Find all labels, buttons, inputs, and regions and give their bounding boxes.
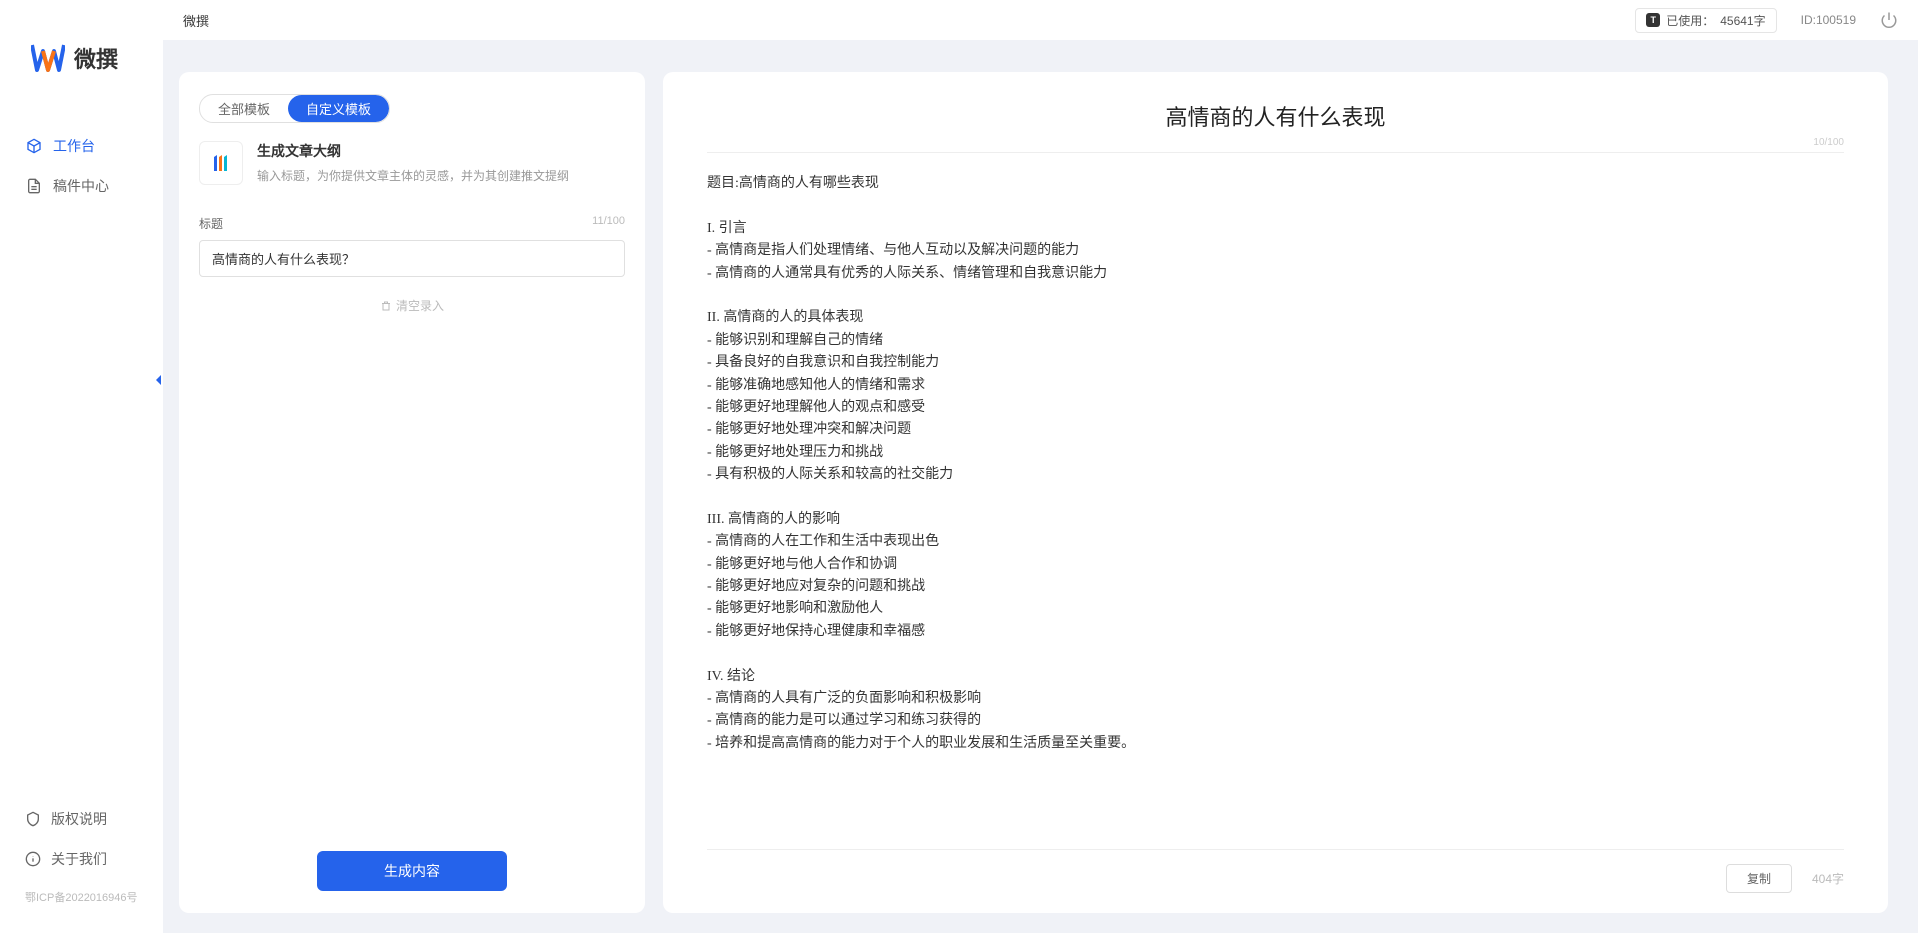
generate-button[interactable]: 生成内容 xyxy=(317,851,507,891)
nav-item-workspace[interactable]: 工作台 xyxy=(0,126,163,166)
user-id: ID:100519 xyxy=(1801,13,1856,27)
shield-icon xyxy=(25,811,41,827)
field-header: 标题 11/100 xyxy=(199,215,625,232)
usage-badge[interactable]: T 已使用： 45641字 xyxy=(1635,8,1776,33)
output-body: 题目:高情商的人有哪些表现 I. 引言 - 高情商是指人们处理情绪、与他人互动以… xyxy=(707,173,1844,839)
output-panel: 高情商的人有什么表现 10/100 题目:高情商的人有哪些表现 I. 引言 - … xyxy=(663,72,1888,913)
sidebar-footer: 版权说明 关于我们 鄂ICP备2022016946号 xyxy=(0,781,163,933)
clear-button[interactable]: 清空录入 xyxy=(199,297,625,314)
copy-button[interactable]: 复制 xyxy=(1726,864,1792,893)
nav-label: 工作台 xyxy=(53,136,95,156)
main: 微撰 T 已使用： 45641字 ID:100519 全部模板 自定义模板 xyxy=(163,0,1918,933)
info-icon xyxy=(25,851,41,867)
footer-label: 版权说明 xyxy=(51,809,107,829)
document-icon xyxy=(25,177,43,195)
output-header: 高情商的人有什么表现 10/100 xyxy=(707,100,1844,153)
nav-label: 稿件中心 xyxy=(53,176,109,196)
topbar: 微撰 T 已使用： 45641字 ID:100519 xyxy=(163,0,1918,40)
output-footer: 复制 404字 xyxy=(707,849,1844,893)
usage-label: 已使用： xyxy=(1666,12,1714,29)
title-input[interactable] xyxy=(199,240,625,277)
template-desc: 输入标题，为你提供文章主体的灵感，并为其创建推文提纲 xyxy=(257,167,625,184)
logo: 微撰 xyxy=(0,0,163,106)
tab-all-templates[interactable]: 全部模板 xyxy=(200,95,288,122)
template-title: 生成文章大纲 xyxy=(257,141,625,161)
logo-icon xyxy=(30,40,66,76)
logo-text: 微撰 xyxy=(74,42,118,74)
license-text: 鄂ICP备2022016946号 xyxy=(0,879,163,915)
trash-icon xyxy=(380,300,392,312)
topbar-right: T 已使用： 45641字 ID:100519 xyxy=(1635,8,1898,33)
page-title: 微撰 xyxy=(183,11,209,30)
power-icon[interactable] xyxy=(1880,11,1898,29)
input-panel: 全部模板 自定义模板 生成文章大纲 输入标题，为你提供文章主体的灵感，并为其创建… xyxy=(179,72,645,913)
cube-icon xyxy=(25,137,43,155)
nav: 工作台 稿件中心 xyxy=(0,106,163,781)
usage-value: 45641字 xyxy=(1720,12,1765,29)
nav-item-drafts[interactable]: 稿件中心 xyxy=(0,166,163,206)
clear-label: 清空录入 xyxy=(396,297,444,314)
field-label: 标题 xyxy=(199,215,223,232)
template-icon xyxy=(199,141,243,185)
sidebar: 微撰 工作台 稿件中心 版权说明 xyxy=(0,0,163,933)
tab-custom-templates[interactable]: 自定义模板 xyxy=(288,95,389,122)
word-count: 404字 xyxy=(1812,870,1844,887)
text-icon: T xyxy=(1646,13,1660,27)
output-title: 高情商的人有什么表现 xyxy=(707,100,1844,132)
field-count: 11/100 xyxy=(592,215,625,232)
template-card: 生成文章大纲 输入标题，为你提供文章主体的灵感，并为其创建推文提纲 xyxy=(199,141,625,185)
footer-label: 关于我们 xyxy=(51,849,107,869)
footer-copyright[interactable]: 版权说明 xyxy=(0,799,163,839)
template-info: 生成文章大纲 输入标题，为你提供文章主体的灵感，并为其创建推文提纲 xyxy=(257,141,625,184)
content: 全部模板 自定义模板 生成文章大纲 输入标题，为你提供文章主体的灵感，并为其创建… xyxy=(163,40,1918,933)
sidebar-collapse[interactable] xyxy=(151,370,165,390)
output-title-count: 10/100 xyxy=(1813,137,1844,148)
footer-about[interactable]: 关于我们 xyxy=(0,839,163,879)
template-tabs: 全部模板 自定义模板 xyxy=(199,94,390,123)
